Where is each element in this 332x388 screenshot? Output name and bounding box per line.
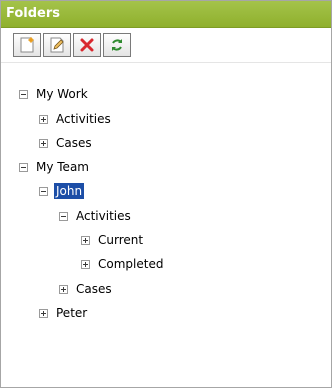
tree-node-my-work[interactable]: My Work: [19, 85, 90, 103]
tree-node-label[interactable]: Completed: [96, 256, 165, 272]
tree-node-label[interactable]: Cases: [54, 135, 94, 151]
tree-node-label[interactable]: My Team: [34, 159, 91, 175]
tree-node-my-work-activities[interactable]: Activities: [39, 110, 113, 128]
expand-icon[interactable]: [81, 235, 90, 245]
tree-node-label[interactable]: Cases: [74, 281, 114, 297]
folders-panel: Folders My Work Activities Cases My Team…: [0, 0, 332, 388]
panel-title: Folders: [1, 1, 331, 28]
tree-node-label[interactable]: Activities: [54, 111, 113, 127]
tree-node-john-cases[interactable]: Cases: [59, 280, 114, 298]
tree-node-completed[interactable]: Completed: [81, 255, 165, 273]
expand-icon[interactable]: [81, 259, 90, 269]
expand-icon[interactable]: [39, 114, 48, 124]
refresh-button[interactable]: [103, 33, 131, 57]
tree-node-john[interactable]: John: [39, 182, 85, 200]
tree-node-label[interactable]: Current: [96, 232, 145, 248]
tree-node-label[interactable]: Activities: [74, 208, 133, 224]
refresh-icon: [112, 39, 122, 51]
delete-icon: [80, 38, 94, 52]
tree-node-john-activities[interactable]: Activities: [59, 207, 133, 225]
expand-icon[interactable]: [59, 284, 68, 294]
collapse-icon[interactable]: [39, 186, 48, 196]
tree-node-my-team[interactable]: My Team: [19, 158, 91, 176]
tree-node-current[interactable]: Current: [81, 231, 145, 249]
new-folder-button[interactable]: [13, 33, 41, 57]
collapse-icon[interactable]: [19, 89, 28, 99]
tree-node-label[interactable]: My Work: [34, 86, 90, 102]
delete-button[interactable]: [73, 33, 101, 57]
collapse-icon[interactable]: [59, 211, 68, 221]
collapse-icon[interactable]: [19, 162, 28, 172]
folders-toolbar: [1, 28, 331, 63]
tree-node-label-selected[interactable]: John: [54, 183, 85, 199]
edit-button[interactable]: [43, 33, 71, 57]
tree-node-my-work-cases[interactable]: Cases: [39, 134, 94, 152]
tree-node-peter[interactable]: Peter: [39, 304, 89, 322]
edit-icon: [50, 37, 64, 53]
expand-icon[interactable]: [39, 138, 48, 148]
folder-tree: My Work Activities Cases My Team John Ac…: [1, 63, 331, 320]
new-folder-icon: [20, 37, 34, 53]
expand-icon[interactable]: [39, 308, 48, 318]
tree-node-label[interactable]: Peter: [54, 305, 89, 321]
